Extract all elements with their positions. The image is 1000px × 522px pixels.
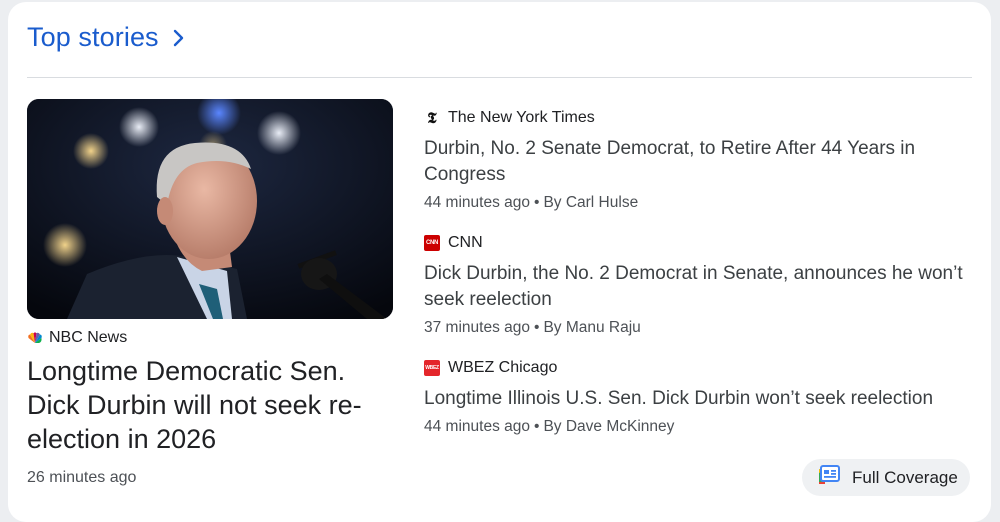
story-title[interactable]: Longtime Illinois U.S. Sen. Dick Durbin …	[424, 386, 969, 412]
lead-story-title[interactable]: Longtime Democratic Sen. Dick Durbin wil…	[27, 354, 387, 456]
nyt-logo-icon: 𝕿	[427, 109, 437, 127]
story-time: 44 minutes ago	[424, 194, 530, 211]
section-title[interactable]: Top stories	[27, 22, 159, 53]
full-coverage-button[interactable]: Full Coverage	[802, 459, 970, 496]
header-divider	[27, 77, 972, 78]
story-source: WBEZ WBEZ Chicago	[424, 358, 969, 378]
story-source: CNN CNN	[424, 233, 969, 253]
story-meta: 37 minutes ago • By Manu Raju	[424, 319, 969, 337]
story-author: By Dave McKinney	[543, 418, 675, 435]
story-time: 37 minutes ago	[424, 319, 530, 336]
story-title[interactable]: Dick Durbin, the No. 2 Democrat in Senat…	[424, 261, 969, 313]
full-coverage-label[interactable]: Full Coverage	[852, 468, 958, 488]
story-item[interactable]: WBEZ WBEZ Chicago Longtime Illinois U.S.…	[424, 358, 969, 436]
story-source-name: CNN	[448, 234, 483, 251]
story-source: 𝕿 The New York Times	[424, 108, 969, 128]
cnn-logo-icon: CNN	[424, 235, 440, 251]
meta-separator: •	[534, 319, 540, 336]
lead-story-time: 26 minutes ago	[27, 469, 137, 486]
lead-source-name: NBC News	[49, 329, 128, 346]
meta-separator: •	[534, 194, 540, 211]
story-title[interactable]: Durbin, No. 2 Senate Democrat, to Retire…	[424, 136, 969, 188]
top-stories-header[interactable]: Top stories	[27, 22, 187, 53]
story-meta: 44 minutes ago • By Dave McKinney	[424, 418, 969, 436]
meta-separator: •	[534, 418, 540, 435]
story-author: By Manu Raju	[543, 319, 641, 336]
story-author: By Carl Hulse	[543, 194, 639, 211]
top-stories-card: Top stories NBC News Longtime Democratic…	[8, 2, 991, 522]
lead-source: NBC News	[27, 329, 127, 347]
nbc-peacock-icon	[27, 330, 43, 346]
story-item[interactable]: 𝕿 The New York Times Durbin, No. 2 Senat…	[424, 108, 969, 212]
story-item[interactable]: CNN CNN Dick Durbin, the No. 2 Democrat …	[424, 233, 969, 337]
lead-story-image[interactable]	[27, 99, 393, 319]
wbez-logo-icon: WBEZ	[424, 360, 440, 376]
story-time: 44 minutes ago	[424, 418, 530, 435]
story-source-name: WBEZ Chicago	[448, 359, 558, 376]
story-meta: 44 minutes ago • By Carl Hulse	[424, 194, 969, 212]
chevron-right-icon[interactable]	[171, 28, 187, 48]
senator-photo	[27, 99, 393, 319]
story-source-name: The New York Times	[448, 109, 595, 126]
full-coverage-icon	[818, 465, 840, 490]
